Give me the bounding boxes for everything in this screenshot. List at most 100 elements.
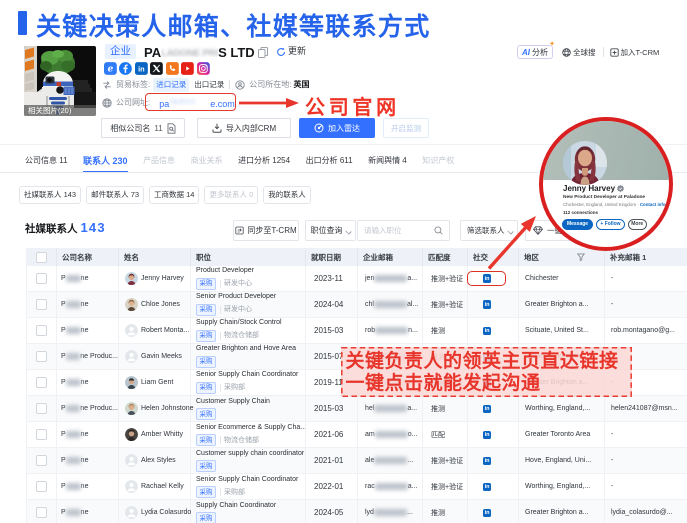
join-radar-button[interactable]: 加入雷达: [299, 118, 375, 138]
message-button[interactable]: Message: [562, 219, 593, 230]
global-search-button[interactable]: 全球搜: [562, 47, 596, 58]
export-records-tag[interactable]: 出口记录: [194, 79, 224, 90]
linkedin-link-icon[interactable]: in: [483, 509, 491, 517]
linkedin-arrow: [486, 214, 538, 272]
chip-5[interactable]: 我的联系人: [263, 186, 311, 205]
job-title-select[interactable]: 职位查询: [305, 220, 356, 241]
row-checkbox[interactable]: [36, 429, 47, 440]
trade-label: 贸易标签:: [116, 79, 150, 90]
x-icon[interactable]: [150, 63, 163, 76]
job-title-input[interactable]: 请输入职位: [357, 220, 450, 241]
instagram-icon[interactable]: [197, 63, 210, 76]
blurred-text: [375, 327, 408, 334]
social-cell: in: [468, 474, 519, 499]
facebook-icon[interactable]: [119, 63, 132, 76]
youtube-icon[interactable]: [181, 63, 194, 76]
website-callout-text: 公司官网: [305, 91, 400, 120]
import-records-tag[interactable]: 进口记录: [153, 78, 189, 92]
blurred-text: [66, 405, 81, 412]
match-cell: 推测+验证: [423, 474, 468, 499]
row-checkbox[interactable]: [36, 377, 47, 388]
tab-8[interactable]: 知识产权: [422, 148, 454, 173]
linkedin-icon-highlight-box: [467, 271, 506, 286]
match-cell: 推测: [423, 318, 468, 343]
company-cell: Pne: [57, 292, 119, 317]
verified-icon: [617, 185, 624, 192]
import-crm-button[interactable]: 导入内部CRM: [197, 118, 291, 138]
phone-icon[interactable]: [166, 63, 179, 76]
row-checkbox-cell: [27, 266, 57, 291]
linkedin-link-icon[interactable]: in: [483, 405, 491, 413]
region-cell: Greater Toronto Area: [519, 422, 605, 447]
position-cell: Senior Supply Chain Coordinator采购采购部: [191, 474, 306, 499]
chip-2[interactable]: 邮件联系人 73: [86, 186, 144, 205]
tab-7[interactable]: 新闻舆情 4: [368, 148, 407, 173]
linkedin-icon[interactable]: in: [135, 63, 148, 76]
linkedin-location: Chichester, England, United Kingdom · Co…: [563, 202, 666, 207]
tab-2[interactable]: 联系人 230: [83, 148, 128, 173]
search-icon: [434, 226, 443, 235]
linkedin-link-icon[interactable]: in: [483, 300, 491, 308]
chip-1[interactable]: 社媒联系人 143: [19, 186, 81, 205]
row-checkbox-cell: [27, 474, 57, 499]
table-row-7[interactable]: PneAmber WhittySenior Ecommerce & Supply…: [27, 422, 687, 448]
tab-3[interactable]: 产品信息: [143, 148, 175, 173]
row-checkbox[interactable]: [36, 481, 47, 492]
row-checkbox[interactable]: [36, 325, 47, 336]
chip-4[interactable]: 更多联系人 0: [204, 186, 258, 205]
ai-analysis-button[interactable]: AI分析 ✦: [517, 45, 553, 59]
globe-icon: [102, 98, 112, 108]
monitor-button[interactable]: 开启监测: [383, 118, 429, 138]
blurred-text: [66, 483, 81, 490]
sync-tcrm-button[interactable]: 同步至T-CRM: [233, 220, 299, 241]
tab-5[interactable]: 进口分析 1254: [238, 148, 290, 173]
select-all-checkbox[interactable]: [36, 252, 47, 263]
tag-buyer: 采购: [196, 278, 216, 290]
trade-tag-icon: [102, 80, 112, 90]
follow-button[interactable]: + Follow: [596, 219, 625, 230]
company-cell: Pne Produc...: [57, 396, 119, 421]
more-button[interactable]: More: [628, 219, 647, 230]
tab-4[interactable]: 商业关系: [191, 148, 223, 173]
position-cell: Senior Supply Chain Coordinator采购采购部: [191, 370, 306, 395]
table-row-8[interactable]: PneAlex StylesCustomer supply chain coor…: [27, 448, 687, 474]
date-cell: 2023-11: [306, 266, 358, 291]
website-icon[interactable]: e: [104, 63, 117, 76]
join-tcrm-button[interactable]: 加入T-CRM: [610, 47, 660, 58]
blurred-text: [66, 509, 81, 516]
table-row-2[interactable]: PneChloe JonesSenior Product Developer采购…: [27, 292, 687, 318]
linkedin-link-icon[interactable]: in: [483, 457, 491, 465]
update-button[interactable]: 更新: [276, 45, 306, 58]
linkedin-link-icon[interactable]: in: [483, 431, 491, 439]
row-checkbox[interactable]: [36, 299, 47, 310]
table-row-6[interactable]: Pne Produc...Helen JohnstoneCustomer Sup…: [27, 396, 687, 422]
column-header-5: 企业邮箱: [358, 248, 423, 266]
tab-1[interactable]: 公司信息 11: [25, 148, 68, 173]
column-header-1: 公司名称: [57, 248, 119, 266]
linkedin-buttons: Message + Follow More: [562, 219, 647, 230]
linkedin-headline: New Product Developer at Paladone: [563, 195, 645, 200]
row-checkbox[interactable]: [36, 351, 47, 362]
date-cell: 2015-03: [306, 318, 358, 343]
linkedin-link-icon[interactable]: in: [483, 483, 491, 491]
table-row-3[interactable]: PneRobert Monta...Supply Chain/Stock Con…: [27, 318, 687, 344]
tab-6[interactable]: 出口分析 611: [306, 148, 353, 173]
table-row-9[interactable]: PneRachael KellySenior Supply Chain Coor…: [27, 474, 687, 500]
match-cell: 匹配: [423, 422, 468, 447]
similar-company-button[interactable]: 相似公司名11: [101, 118, 185, 138]
blurred-text: LADONE PRODUCT: [161, 44, 218, 57]
row-checkbox[interactable]: [36, 507, 47, 518]
row-checkbox[interactable]: [36, 403, 47, 414]
linkedin-link-icon[interactable]: in: [483, 327, 491, 335]
location-label: 公司所在地:: [249, 79, 291, 90]
copy-icon[interactable]: [258, 47, 268, 58]
filter-funnel-icon[interactable]: [577, 253, 585, 261]
contact-filter-chips: 社媒联系人 143 邮件联系人 73 工商数据 14 更多联系人 0 我的联系人: [19, 186, 311, 205]
chip-3[interactable]: 工商数据 14: [149, 186, 199, 205]
row-checkbox[interactable]: [36, 273, 47, 284]
row-checkbox[interactable]: [36, 455, 47, 466]
table-row-10[interactable]: PneLydia ColasurdoSupply Chain Coordinat…: [27, 500, 687, 523]
table-row-1[interactable]: PneJenny HarveyProduct Developer采购研发中心20…: [27, 266, 687, 292]
contact-info-link[interactable]: Contact info: [640, 202, 666, 207]
name-cell: Amber Whitty: [119, 422, 191, 447]
